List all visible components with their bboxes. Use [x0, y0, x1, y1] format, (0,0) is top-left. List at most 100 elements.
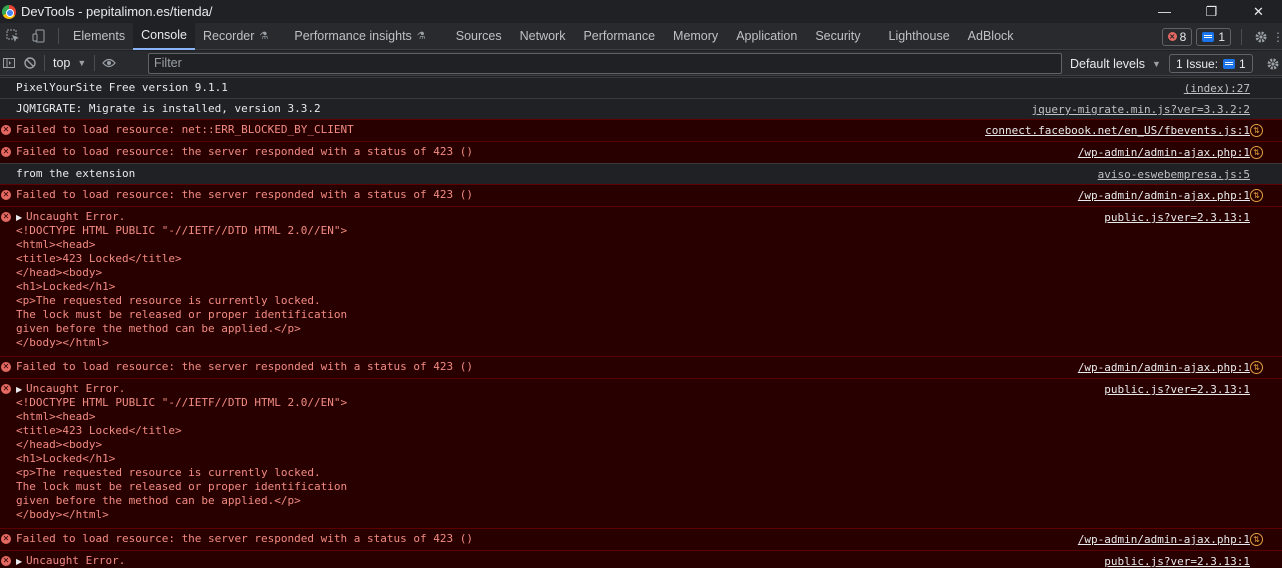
tab-label: AdBlock — [967, 29, 1014, 43]
expand-triangle-icon[interactable]: ▶ — [16, 211, 22, 225]
tab-adblock[interactable]: AdBlock — [958, 23, 1022, 50]
source-link[interactable]: connect.facebook.net/en_US/fbevents.js:1 — [985, 124, 1250, 138]
restore-button[interactable]: ❐ — [1188, 0, 1235, 23]
divider — [94, 55, 96, 71]
tab-performance[interactable]: Performance — [573, 23, 663, 50]
message-icon — [1223, 58, 1236, 69]
tab-label: Performance — [583, 29, 656, 43]
console-error: ✕ Failed to load resource: net::ERR_BLOC… — [0, 119, 1282, 141]
source-link[interactable]: /wp-admin/admin-ajax.php:1 — [1078, 533, 1250, 547]
console-toolbar: top ▼ Filter Default levels ▼ 1 Issue: 1 — [0, 51, 1282, 76]
message-text: from the extension — [16, 167, 136, 180]
divider — [44, 55, 45, 71]
network-request-icon[interactable]: ⇅ — [1250, 533, 1263, 546]
source-link[interactable]: public.js?ver=2.3.13:1 — [1104, 555, 1250, 568]
tab-performance-insights[interactable]: Performance insights ⚗ — [276, 23, 433, 50]
console-error: ✕ Failed to load resource: the server re… — [0, 184, 1282, 206]
error-icon: ✕ — [1, 534, 11, 544]
issues-button[interactable]: 1 Issue: 1 — [1169, 54, 1253, 73]
console-message: PixelYourSite Free version 9.1.1 (index)… — [0, 77, 1282, 98]
inspect-element-icon[interactable] — [0, 23, 26, 49]
window-title: DevTools - pepitalimon.es/tienda/ — [21, 4, 213, 19]
tab-recorder[interactable]: Recorder ⚗ — [195, 23, 276, 50]
context-selector[interactable]: top ▼ — [47, 56, 92, 70]
tabbar-right: ✕ 8 1 ⋮ — [1161, 23, 1282, 50]
message-text: Uncaught Error. <!DOCTYPE HTML PUBLIC "-… — [16, 210, 348, 349]
console-message: from the extension aviso-eswebempresa.js… — [0, 163, 1282, 184]
error-icon: ✕ — [1, 212, 11, 222]
tab-console[interactable]: Console — [133, 22, 195, 50]
flask-icon: ⚗ — [259, 30, 269, 42]
tab-label: Console — [141, 28, 187, 42]
tab-memory[interactable]: Memory — [663, 23, 726, 50]
tab-lighthouse[interactable]: Lighthouse — [869, 23, 958, 50]
chrome-icon — [2, 4, 16, 19]
tab-elements[interactable]: Elements — [65, 23, 133, 50]
tab-sources[interactable]: Sources — [434, 23, 510, 50]
console-settings-icon[interactable] — [1266, 51, 1282, 76]
error-icon: ✕ — [1167, 32, 1177, 41]
tab-application[interactable]: Application — [726, 23, 805, 50]
minimize-button[interactable]: — — [1141, 0, 1188, 23]
error-icon: ✕ — [1, 147, 11, 157]
message-text: PixelYourSite Free version 9.1.1 — [16, 81, 228, 94]
error-count: 8 — [1179, 29, 1187, 44]
tab-label: Sources — [455, 29, 502, 43]
device-toolbar-icon[interactable] — [26, 23, 52, 49]
tab-label: Performance insights — [294, 29, 412, 43]
issues-count: 1 — [1239, 56, 1246, 71]
console-error: ✕ Failed to load resource: the server re… — [0, 141, 1282, 163]
message-icon — [1202, 31, 1215, 42]
console-message: JQMIGRATE: Migrate is installed, version… — [0, 98, 1282, 119]
tab-security[interactable]: Security — [805, 23, 868, 50]
close-button[interactable]: ✕ — [1235, 0, 1282, 23]
network-request-icon[interactable]: ⇅ — [1250, 361, 1263, 374]
network-request-icon[interactable]: ⇅ — [1250, 146, 1263, 159]
context-value: top — [53, 56, 71, 70]
tab-label: Network — [519, 29, 566, 43]
divider — [58, 28, 59, 44]
gear-icon[interactable] — [1248, 24, 1274, 50]
caret-down-icon: ▼ — [1152, 58, 1161, 69]
source-link[interactable]: /wp-admin/admin-ajax.php:1 — [1078, 146, 1250, 160]
message-count-badge[interactable]: 1 — [1196, 27, 1231, 46]
source-link[interactable]: /wp-admin/admin-ajax.php:1 — [1078, 189, 1250, 203]
network-request-icon[interactable]: ⇅ — [1250, 124, 1263, 137]
clear-console-icon[interactable] — [18, 51, 42, 75]
issues-label: 1 Issue: — [1176, 56, 1219, 71]
flask-icon: ⚗ — [416, 30, 426, 42]
window-controls: — ❐ ✕ — [1141, 0, 1282, 23]
message-text: Uncaught Error. — [26, 554, 126, 567]
tab-label: Memory — [673, 29, 719, 43]
error-icon: ✕ — [1, 125, 11, 135]
filter-placeholder: Filter — [154, 56, 182, 70]
expand-triangle-icon[interactable]: ▶ — [16, 555, 22, 568]
source-link[interactable]: public.js?ver=2.3.13:1 — [1104, 211, 1250, 225]
panel-tab-bar: Elements Console Recorder ⚗ Performance i… — [0, 22, 1282, 50]
tab-label: Security — [815, 29, 861, 43]
console-log: PixelYourSite Free version 9.1.1 (index)… — [0, 77, 1282, 568]
console-error: ✕ Failed to load resource: the server re… — [0, 528, 1282, 550]
console-error: ✕ ▶ Uncaught Error. <!DOCTYPE HTML PUBLI… — [0, 378, 1282, 528]
sidebar-toggle-icon[interactable] — [0, 51, 18, 75]
message-count: 1 — [1218, 29, 1225, 44]
source-link[interactable]: jquery-migrate.min.js?ver=3.3.2:2 — [1031, 103, 1250, 117]
expand-triangle-icon[interactable]: ▶ — [16, 383, 22, 397]
console-error: ✕ ▶ Uncaught Error. <!DOCTYPE HTML PUBLI… — [0, 206, 1282, 356]
console-error: ✕ Failed to load resource: the server re… — [0, 356, 1282, 378]
source-link[interactable]: aviso-eswebempresa.js:5 — [1098, 168, 1250, 182]
title-bar: DevTools - pepitalimon.es/tienda/ — ❐ ✕ — [0, 0, 1282, 23]
console-error: ✕ ▶ Uncaught Error. public.js?ver=2.3.13… — [0, 550, 1282, 568]
source-link[interactable]: public.js?ver=2.3.13:1 — [1104, 383, 1250, 397]
divider — [1241, 28, 1242, 45]
filter-input[interactable]: Filter — [148, 53, 1062, 74]
eye-icon[interactable] — [97, 51, 121, 75]
error-count-badge[interactable]: ✕ 8 — [1161, 27, 1193, 46]
source-link[interactable]: (index):27 — [1184, 82, 1250, 96]
source-link[interactable]: /wp-admin/admin-ajax.php:1 — [1078, 361, 1250, 375]
more-options-icon[interactable]: ⋮ — [1272, 24, 1282, 50]
log-levels-dropdown[interactable]: Default levels ▼ — [1070, 51, 1161, 76]
error-icon: ✕ — [1, 556, 11, 566]
tab-network[interactable]: Network — [510, 23, 574, 50]
network-request-icon[interactable]: ⇅ — [1250, 189, 1263, 202]
